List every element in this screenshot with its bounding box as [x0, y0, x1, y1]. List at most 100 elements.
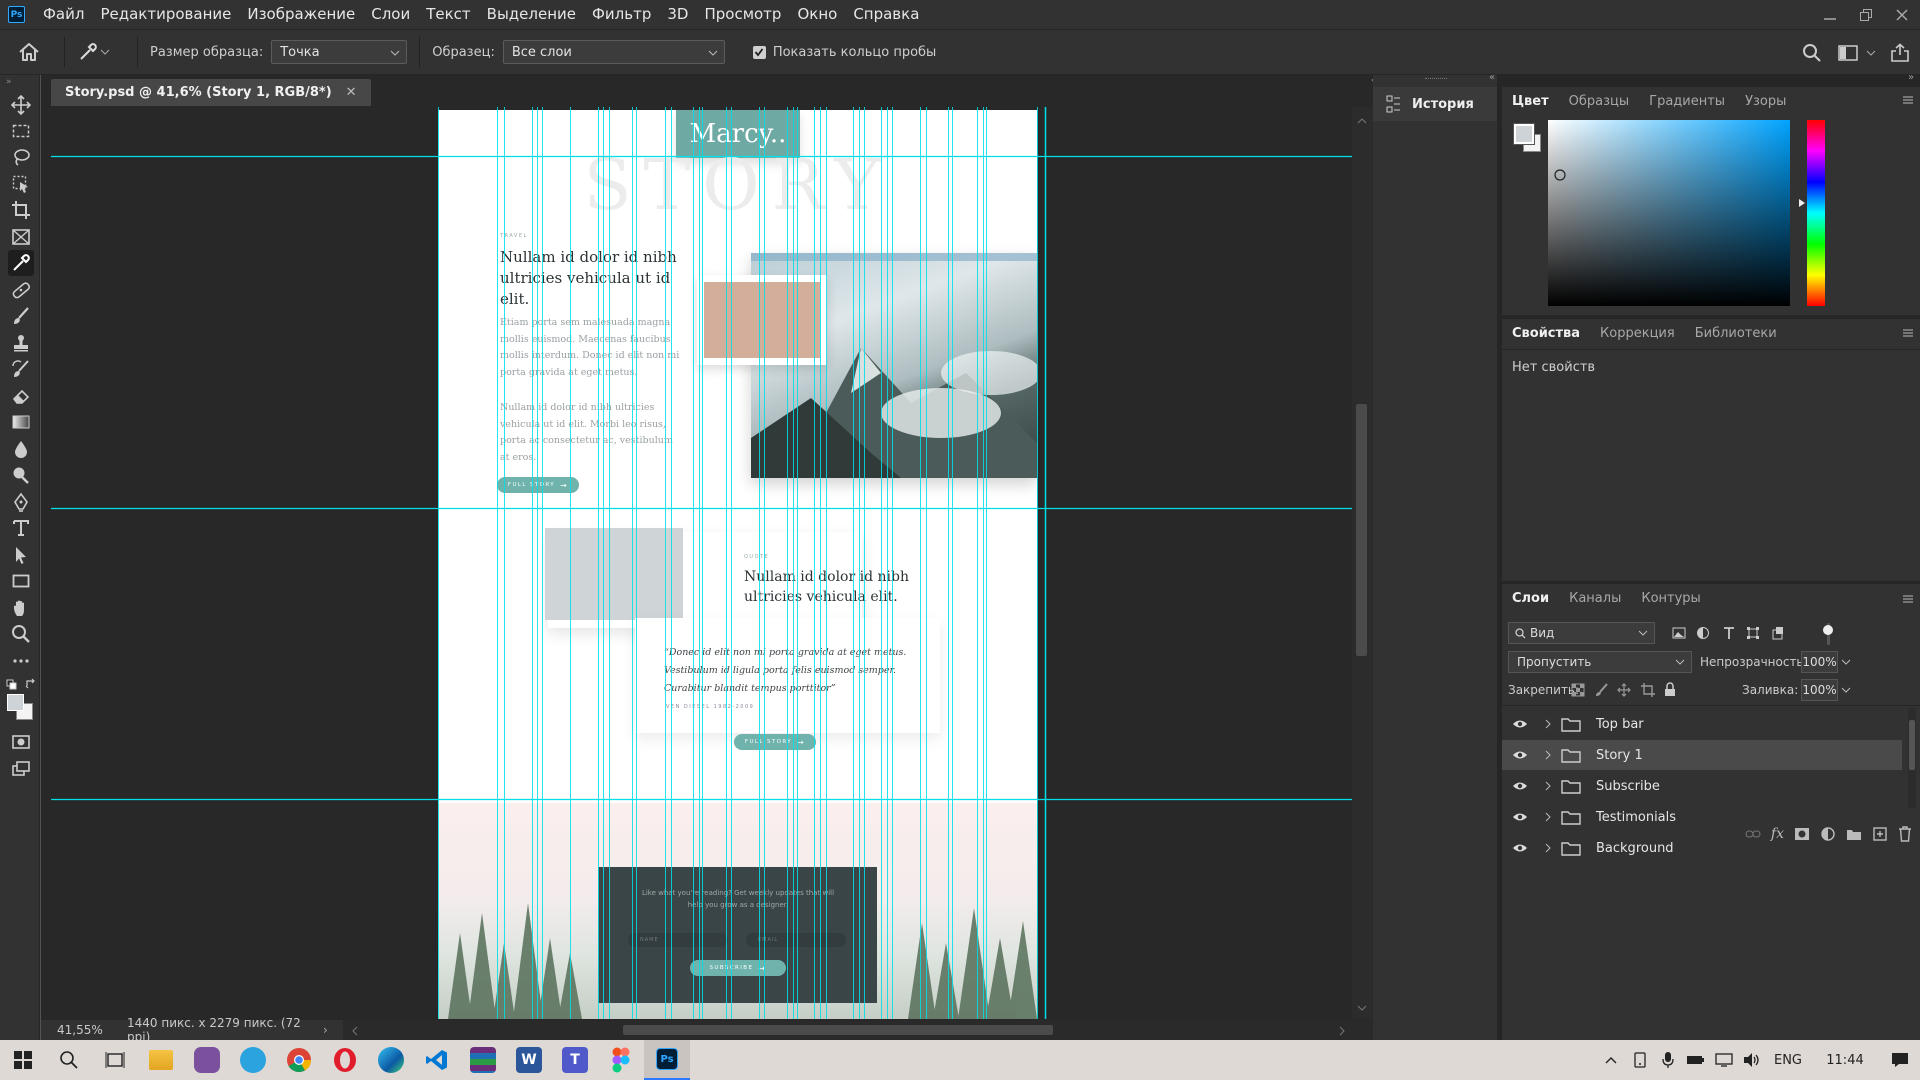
- more-tools-icon[interactable]: [8, 648, 34, 674]
- history-brush-tool-icon[interactable]: [8, 356, 34, 382]
- crop-tool-icon[interactable]: [8, 197, 34, 223]
- menu-image[interactable]: Изображение: [239, 0, 363, 29]
- menu-view[interactable]: Просмотр: [696, 0, 789, 29]
- teams-icon[interactable]: T: [552, 1040, 598, 1080]
- full-story-button[interactable]: FULL STORY →: [497, 477, 579, 493]
- home-icon[interactable]: [18, 42, 52, 62]
- panel-collapse-icon[interactable]: »: [6, 77, 12, 87]
- lock-all-icon[interactable]: [1664, 682, 1676, 697]
- new-layer-icon[interactable]: [1872, 826, 1888, 842]
- blur-tool-icon[interactable]: [8, 436, 34, 462]
- zoom-level[interactable]: 41,55%: [57, 1023, 127, 1037]
- subscribe-button[interactable]: SUBSCRIBE →: [690, 960, 786, 976]
- opacity-input[interactable]: 100%: [1801, 651, 1838, 673]
- battery-icon[interactable]: [1682, 1054, 1710, 1066]
- viber-icon[interactable]: [184, 1040, 230, 1080]
- vertical-scrollbar[interactable]: [1352, 107, 1373, 1019]
- menu-help[interactable]: Справка: [845, 0, 927, 29]
- tab-libraries[interactable]: Библиотеки: [1685, 319, 1787, 349]
- menu-layers[interactable]: Слои: [363, 0, 418, 29]
- filter-type-icon[interactable]: [1722, 626, 1736, 640]
- volume-icon[interactable]: [1738, 1052, 1766, 1068]
- figma-icon[interactable]: [598, 1040, 644, 1080]
- dodge-tool-icon[interactable]: [8, 462, 34, 488]
- marquee-tool-icon[interactable]: [8, 118, 34, 144]
- eyedropper-tool-icon[interactable]: [8, 250, 34, 276]
- tab-gradients[interactable]: Градиенты: [1639, 87, 1735, 117]
- fill-input[interactable]: 100%: [1801, 679, 1838, 701]
- status-menu-icon[interactable]: ›: [323, 1023, 328, 1037]
- lock-position-icon[interactable]: [1617, 683, 1631, 697]
- eyedropper-preset-icon[interactable]: [77, 41, 125, 63]
- frame-tool-icon[interactable]: [8, 224, 34, 250]
- layer-row[interactable]: Story 1: [1502, 740, 1902, 770]
- show-ring-label[interactable]: Показать кольцо пробы: [773, 45, 937, 60]
- chrome-icon[interactable]: [276, 1040, 322, 1080]
- history-panel-button[interactable]: История: [1373, 87, 1497, 121]
- minimize-icon[interactable]: [1812, 0, 1848, 29]
- menu-filter[interactable]: Фильтр: [584, 0, 659, 29]
- language-indicator[interactable]: ENG: [1766, 1053, 1810, 1068]
- lock-transparent-icon[interactable]: [1571, 683, 1585, 697]
- workspace-icon[interactable]: [1830, 45, 1866, 61]
- expand-group-icon[interactable]: [1538, 750, 1558, 760]
- menu-3d[interactable]: 3D: [659, 0, 696, 29]
- panel-menu-icon[interactable]: [1902, 328, 1914, 338]
- artboard[interactable]: Marcy.. STORY TRAVEL Nullam id dolor id …: [438, 110, 1037, 1019]
- dock-collapse-left-icon[interactable]: «: [1489, 72, 1495, 83]
- show-ring-checkbox[interactable]: [752, 45, 766, 59]
- object-selection-tool-icon[interactable]: [8, 171, 34, 197]
- hue-slider[interactable]: [1807, 120, 1825, 306]
- filter-adjustment-icon[interactable]: [1696, 626, 1710, 640]
- filter-smart-object-icon[interactable]: [1771, 626, 1785, 640]
- color-panel-fg-swatch[interactable]: [1513, 123, 1535, 145]
- visibility-eye-icon[interactable]: [1504, 750, 1536, 760]
- new-adjustment-icon[interactable]: [1820, 826, 1836, 842]
- layer-filter-select[interactable]: Вид: [1508, 622, 1655, 644]
- tab-adjustments[interactable]: Коррекция: [1590, 319, 1685, 349]
- zoom-tool-icon[interactable]: [8, 621, 34, 647]
- blend-mode-select[interactable]: Пропустить: [1508, 651, 1692, 673]
- scroll-down-icon[interactable]: [1357, 1004, 1367, 1012]
- scroll-right-icon[interactable]: [1338, 1026, 1346, 1036]
- layers-scroll-thumb[interactable]: [1909, 720, 1915, 770]
- photoshop-logo-icon[interactable]: Ps: [8, 6, 25, 23]
- link-layers-icon[interactable]: [1745, 828, 1761, 840]
- email-input[interactable]: EMAIL: [746, 933, 846, 947]
- show-hidden-icons-icon[interactable]: [1596, 1055, 1626, 1065]
- default-colors-icon[interactable]: [6, 679, 18, 691]
- filter-toggle-switch[interactable]: [1822, 623, 1836, 645]
- filter-shape-icon[interactable]: [1746, 626, 1760, 640]
- brush-tool-icon[interactable]: [8, 303, 34, 329]
- tab-channels[interactable]: Каналы: [1559, 584, 1631, 614]
- opacity-dropdown-icon[interactable]: [1841, 657, 1851, 667]
- menu-file[interactable]: Файл: [35, 0, 92, 29]
- windows-start-icon[interactable]: [0, 1040, 46, 1080]
- menu-window[interactable]: Окно: [789, 0, 845, 29]
- move-tool-icon[interactable]: [8, 92, 34, 118]
- color-field[interactable]: [1548, 120, 1790, 306]
- close-icon[interactable]: [1884, 0, 1920, 29]
- delete-layer-icon[interactable]: [1898, 826, 1912, 842]
- search-icon[interactable]: [46, 1040, 92, 1080]
- full-story-button-2[interactable]: FULL STORY →: [734, 734, 816, 750]
- layer-row[interactable]: Top bar: [1502, 709, 1902, 739]
- hue-slider-handle-icon[interactable]: [1798, 198, 1806, 208]
- quick-mask-icon[interactable]: [8, 729, 34, 755]
- horizontal-scrollbar[interactable]: [343, 1020, 1373, 1040]
- sample-layers-select[interactable]: Все слои: [502, 40, 725, 64]
- tab-layers[interactable]: Слои: [1502, 584, 1559, 614]
- document-tab[interactable]: Story.psd @ 41,6% (Story 1, RGB/8*) ✕: [51, 79, 371, 106]
- pen-tool-icon[interactable]: [8, 489, 34, 515]
- hand-tool-icon[interactable]: [8, 595, 34, 621]
- opera-icon[interactable]: [322, 1040, 368, 1080]
- lock-pixels-icon[interactable]: [1595, 683, 1609, 697]
- clock[interactable]: 11:44: [1810, 1053, 1880, 1068]
- edge-icon[interactable]: [368, 1040, 414, 1080]
- tablet-icon[interactable]: [1626, 1052, 1654, 1068]
- winrar-icon[interactable]: [460, 1040, 506, 1080]
- sample-size-select[interactable]: Точка: [271, 40, 408, 64]
- chevron-down-icon[interactable]: [1866, 48, 1880, 58]
- type-tool-icon[interactable]: [8, 515, 34, 541]
- layer-row[interactable]: Subscribe: [1502, 771, 1902, 801]
